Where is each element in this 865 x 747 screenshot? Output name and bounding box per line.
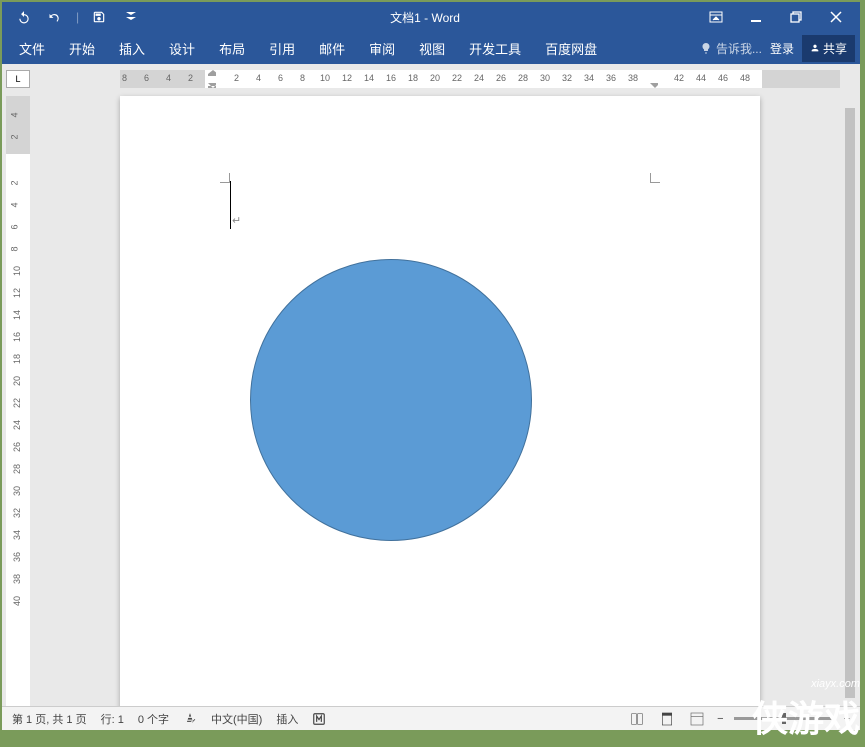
vertical-ruler[interactable]: 4 2 2 4 6 8 10 12 14 16 18 20 22 24 26 2… — [6, 96, 30, 730]
status-language[interactable]: 中文(中国) — [211, 711, 262, 727]
document-page[interactable]: ↵ — [120, 96, 760, 726]
circle-shape[interactable] — [250, 259, 532, 541]
save-button[interactable] — [87, 5, 111, 29]
zoom-out[interactable]: − — [717, 713, 723, 725]
zoom-in[interactable]: + — [844, 713, 850, 725]
login-link[interactable]: 登录 — [770, 40, 794, 57]
restore-button[interactable] — [777, 4, 815, 30]
tab-baidu[interactable]: 百度网盘 — [533, 33, 609, 64]
document-viewport[interactable]: ↵ — [30, 92, 860, 730]
status-page[interactable]: 第 1 页, 共 1 页 — [12, 711, 87, 727]
tab-design[interactable]: 设计 — [157, 33, 207, 64]
quick-access-toolbar: | — [2, 5, 153, 29]
tab-review[interactable]: 审阅 — [357, 33, 407, 64]
window-controls — [697, 4, 860, 30]
share-label: 共享 — [823, 40, 847, 57]
redo-button[interactable] — [44, 5, 68, 29]
indent-marker-right[interactable] — [650, 70, 658, 88]
zoom-slider[interactable] — [734, 717, 834, 720]
qa-customize-dropdown[interactable] — [119, 5, 143, 29]
margin-corner-tr — [650, 173, 660, 183]
app-window: | 文档1 - Word 文件 开始 插入 — [2, 2, 860, 730]
tab-developer[interactable]: 开发工具 — [457, 33, 533, 64]
tab-mailings[interactable]: 邮件 — [307, 33, 357, 64]
spellcheck-icon[interactable] — [183, 712, 197, 726]
indent-marker-left[interactable] — [208, 70, 216, 88]
scroll-thumb[interactable] — [845, 108, 855, 698]
tab-selector[interactable]: L — [6, 70, 30, 88]
tab-layout[interactable]: 布局 — [207, 33, 257, 64]
undo-button[interactable] — [12, 5, 36, 29]
view-web-icon[interactable] — [687, 711, 707, 727]
tab-insert[interactable]: 插入 — [107, 33, 157, 64]
title-bar: | 文档1 - Word — [2, 2, 860, 32]
horizontal-ruler[interactable]: 8 6 4 2 2 4 6 8 10 12 14 16 18 20 22 24 … — [120, 70, 840, 88]
view-print-icon[interactable] — [657, 711, 677, 727]
status-insert-mode[interactable]: 插入 — [276, 711, 298, 727]
ribbon-tabs: 文件 开始 插入 设计 布局 引用 邮件 审阅 视图 开发工具 百度网盘 告诉我… — [2, 32, 860, 64]
tab-file[interactable]: 文件 — [7, 33, 57, 64]
ribbon-options-button[interactable] — [697, 4, 735, 30]
tell-me-search[interactable]: 告诉我... — [700, 40, 762, 57]
content-area: 4 2 2 4 6 8 10 12 14 16 18 20 22 24 26 2… — [2, 92, 860, 730]
paragraph-mark: ↵ — [232, 214, 241, 227]
tab-view[interactable]: 视图 — [407, 33, 457, 64]
minimize-button[interactable] — [737, 4, 775, 30]
close-button[interactable] — [817, 4, 855, 30]
status-line[interactable]: 行: 1 — [101, 711, 124, 727]
margin-corner-tl — [220, 173, 230, 183]
tab-home[interactable]: 开始 — [57, 33, 107, 64]
share-button[interactable]: 共享 — [802, 35, 855, 62]
vertical-scrollbar[interactable] — [842, 92, 858, 707]
status-words[interactable]: 0 个字 — [138, 711, 169, 727]
horizontal-ruler-area: L 8 6 4 2 2 4 6 8 10 12 14 16 18 20 22 2… — [2, 68, 860, 92]
macro-icon[interactable] — [312, 712, 326, 726]
status-right: − + — [627, 711, 850, 727]
status-bar: 第 1 页, 共 1 页 行: 1 0 个字 中文(中国) 插入 − + — [2, 706, 860, 730]
text-cursor — [230, 181, 231, 229]
window-title: 文档1 - Word — [153, 9, 697, 26]
view-read-icon[interactable] — [627, 711, 647, 727]
tell-me-placeholder: 告诉我... — [716, 40, 762, 57]
tab-references[interactable]: 引用 — [257, 33, 307, 64]
